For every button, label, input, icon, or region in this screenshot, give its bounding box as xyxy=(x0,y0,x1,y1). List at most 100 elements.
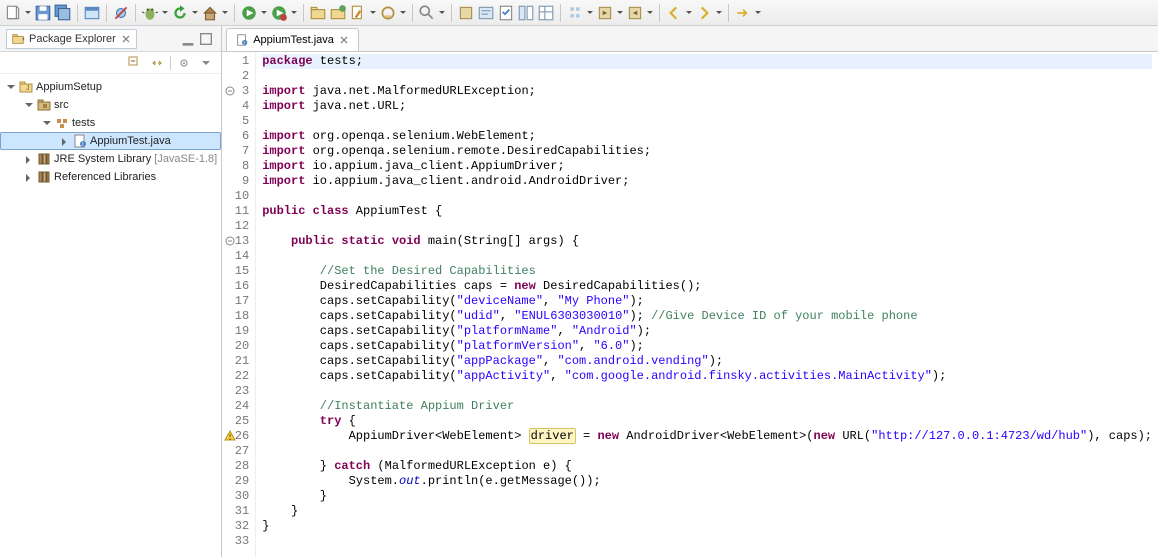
editor-tab-active[interactable]: J AppiumTest.java xyxy=(226,28,359,51)
search-dropdown[interactable] xyxy=(438,10,446,16)
collapse-icon[interactable] xyxy=(4,81,16,93)
gutter-line[interactable]: 26 xyxy=(224,429,249,444)
code-line[interactable] xyxy=(262,69,1152,84)
code-line[interactable]: import org.openqa.selenium.WebElement; xyxy=(262,129,1152,144)
refresh-button[interactable] xyxy=(171,4,189,22)
gutter-line[interactable]: 6 xyxy=(224,129,249,144)
code-line[interactable] xyxy=(262,219,1152,234)
gutter-line[interactable]: 10 xyxy=(224,189,249,204)
gutter-line[interactable]: 13 xyxy=(224,234,249,249)
code-line[interactable] xyxy=(262,444,1152,459)
gutter-line[interactable]: 32 xyxy=(224,519,249,534)
open-type-button[interactable] xyxy=(379,4,397,22)
tree-project[interactable]: J AppiumSetup xyxy=(0,78,221,96)
code-content[interactable]: package tests;import java.net.MalformedU… xyxy=(256,52,1158,557)
collapse-all-button[interactable] xyxy=(127,55,143,71)
package-tree[interactable]: J AppiumSetup src tests J AppiumTest.jav… xyxy=(0,74,221,557)
gutter-line[interactable]: 5 xyxy=(224,114,249,129)
pin-dropdown[interactable] xyxy=(586,10,594,16)
code-line[interactable]: public static void main(String[] args) { xyxy=(262,234,1152,249)
gutter-line[interactable]: 29 xyxy=(224,474,249,489)
gutter-line[interactable]: 3 xyxy=(224,84,249,99)
collapse-icon[interactable] xyxy=(22,99,34,111)
gutter-line[interactable]: 23 xyxy=(224,384,249,399)
gutter-line[interactable]: 8 xyxy=(224,159,249,174)
next-dropdown[interactable] xyxy=(616,10,624,16)
gutter-line[interactable]: 20 xyxy=(224,339,249,354)
code-line[interactable]: } catch (MalformedURLException e) { xyxy=(262,459,1152,474)
gutter-line[interactable]: 22 xyxy=(224,369,249,384)
gutter-line[interactable]: 1 xyxy=(224,54,249,69)
open-type-dropdown[interactable] xyxy=(399,10,407,16)
expand-icon[interactable] xyxy=(22,153,34,165)
build-button[interactable] xyxy=(201,4,219,22)
code-line[interactable]: import io.appium.java_client.android.And… xyxy=(262,174,1152,189)
gutter-line[interactable]: 24 xyxy=(224,399,249,414)
tree-src[interactable]: src xyxy=(0,96,221,114)
back-dropdown[interactable] xyxy=(685,10,693,16)
code-line[interactable]: caps.setCapability("deviceName", "My Pho… xyxy=(262,294,1152,309)
warning-icon[interactable] xyxy=(224,430,236,442)
prev-dropdown[interactable] xyxy=(646,10,654,16)
save-button[interactable] xyxy=(34,4,52,22)
focus-button[interactable] xyxy=(176,55,192,71)
new-file-button[interactable] xyxy=(349,4,367,22)
gutter-line[interactable]: 15 xyxy=(224,264,249,279)
gutter-line[interactable]: 12 xyxy=(224,219,249,234)
code-line[interactable]: } xyxy=(262,504,1152,519)
code-line[interactable]: caps.setCapability("appActivity", "com.g… xyxy=(262,369,1152,384)
code-line[interactable]: caps.setCapability("platformName", "Andr… xyxy=(262,324,1152,339)
structure-button[interactable] xyxy=(537,4,555,22)
expand-icon[interactable] xyxy=(58,135,70,147)
gutter-line[interactable]: 16 xyxy=(224,279,249,294)
explorer-close-icon[interactable] xyxy=(120,33,132,45)
tree-reflib[interactable]: Referenced Libraries xyxy=(0,168,221,186)
last-edit-dropdown[interactable] xyxy=(754,10,762,16)
gutter-line[interactable]: 17 xyxy=(224,294,249,309)
code-line[interactable]: import io.appium.java_client.AppiumDrive… xyxy=(262,159,1152,174)
new-package-button[interactable] xyxy=(309,4,327,22)
gutter-line[interactable]: 2 xyxy=(224,69,249,84)
gutter-line[interactable]: 25 xyxy=(224,414,249,429)
code-line[interactable]: import org.openqa.selenium.remote.Desire… xyxy=(262,144,1152,159)
minimize-button[interactable] xyxy=(180,31,196,47)
back-button[interactable] xyxy=(665,4,683,22)
code-line[interactable] xyxy=(262,249,1152,264)
pin-button[interactable] xyxy=(566,4,584,22)
forward-button[interactable] xyxy=(695,4,713,22)
code-line[interactable]: //Instantiate Appium Driver xyxy=(262,399,1152,414)
gutter-line[interactable]: 9 xyxy=(224,174,249,189)
code-line[interactable] xyxy=(262,189,1152,204)
tab-close-icon[interactable] xyxy=(338,34,350,46)
toggle-mark-button[interactable] xyxy=(457,4,475,22)
code-line[interactable]: caps.setCapability("appPackage", "com.an… xyxy=(262,354,1152,369)
tree-file-selected[interactable]: J AppiumTest.java xyxy=(0,132,221,150)
code-line[interactable] xyxy=(262,384,1152,399)
fold-icon[interactable] xyxy=(224,85,236,97)
gutter-line[interactable]: 7 xyxy=(224,144,249,159)
link-editor-button[interactable] xyxy=(83,4,101,22)
gutter-line[interactable]: 28 xyxy=(224,459,249,474)
run-dropdown[interactable] xyxy=(260,10,268,16)
gutter-line[interactable]: 18 xyxy=(224,309,249,324)
build-dropdown[interactable] xyxy=(221,10,229,16)
code-line[interactable]: //Set the Desired Capabilities xyxy=(262,264,1152,279)
save-all-button[interactable] xyxy=(54,4,72,22)
line-gutter[interactable]: 1234567891011121314151617181920212223242… xyxy=(222,52,256,557)
collapse-icon[interactable] xyxy=(40,117,52,129)
maximize-button[interactable] xyxy=(198,31,214,47)
code-line[interactable]: import java.net.MalformedURLException; xyxy=(262,84,1152,99)
gutter-line[interactable]: 19 xyxy=(224,324,249,339)
code-line[interactable] xyxy=(262,534,1152,549)
gutter-line[interactable]: 11 xyxy=(224,204,249,219)
gutter-line[interactable]: 27 xyxy=(224,444,249,459)
explorer-tab[interactable]: Package Explorer xyxy=(6,29,137,49)
annotation-button[interactable] xyxy=(477,4,495,22)
gutter-line[interactable]: 21 xyxy=(224,354,249,369)
gutter-line[interactable]: 30 xyxy=(224,489,249,504)
code-line[interactable]: System.out.println(e.getMessage()); xyxy=(262,474,1152,489)
refresh-dropdown[interactable] xyxy=(191,10,199,16)
new-file-dropdown[interactable] xyxy=(369,10,377,16)
run-button[interactable] xyxy=(240,4,258,22)
gutter-line[interactable]: 31 xyxy=(224,504,249,519)
